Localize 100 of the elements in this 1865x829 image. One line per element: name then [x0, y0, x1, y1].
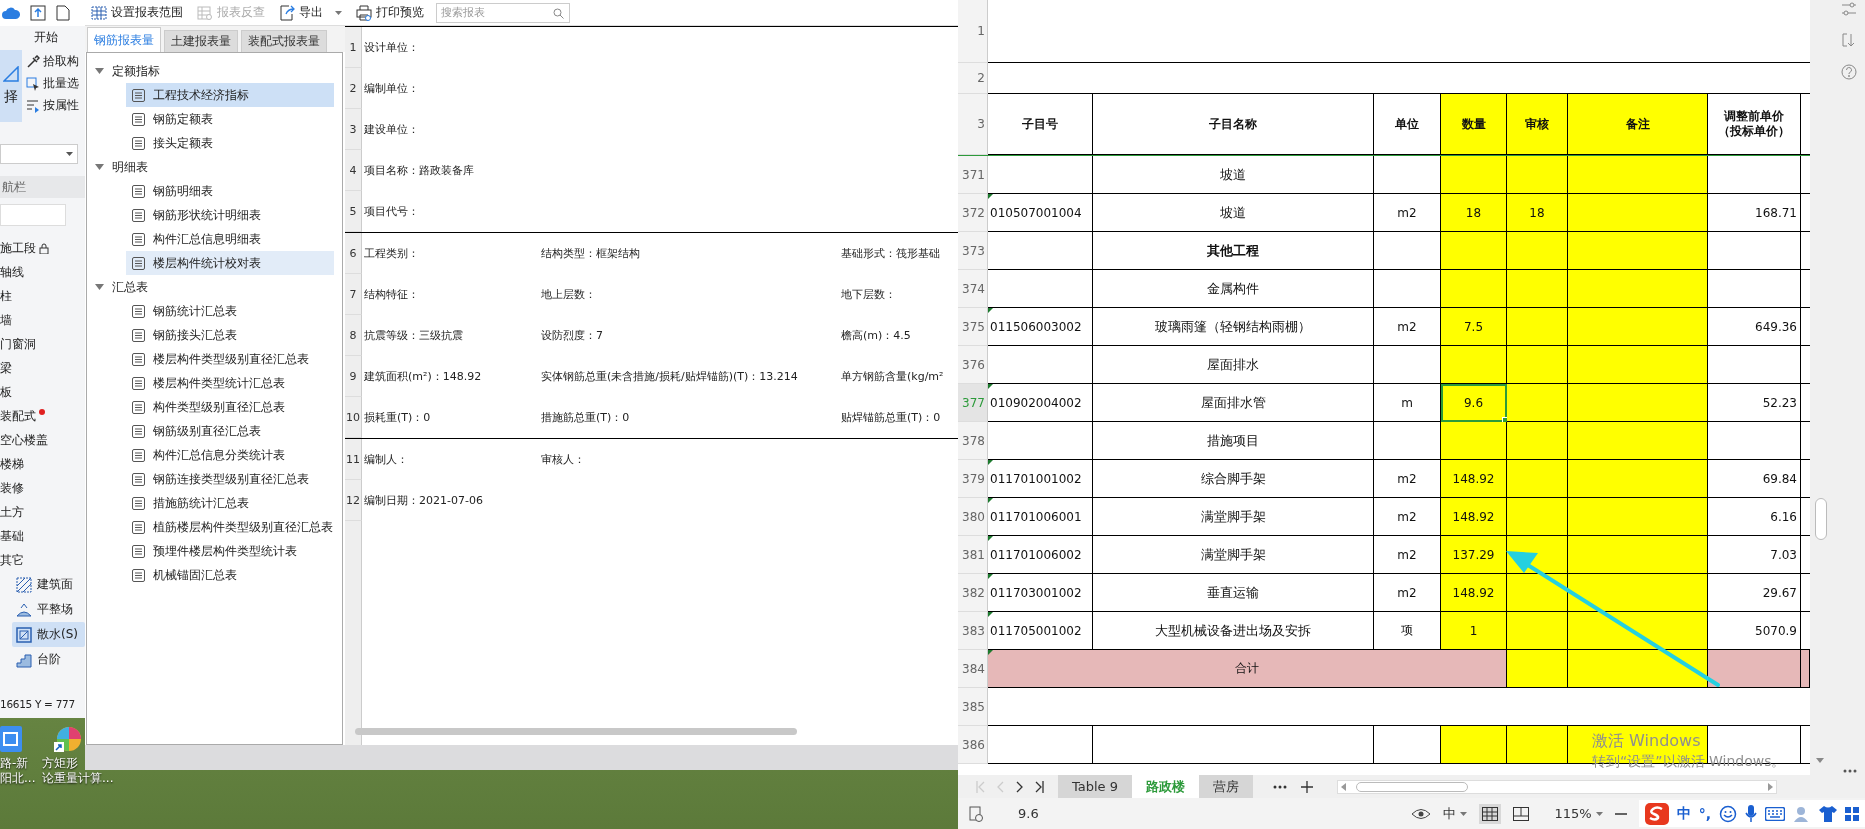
horizontal-scrollbar[interactable]	[1337, 779, 1778, 794]
horizontal-scrollbar-thumb[interactable]	[1356, 781, 1469, 792]
shirt-icon[interactable]	[1819, 805, 1837, 822]
tree-item[interactable]: 楼层构件类型统计汇总表	[126, 371, 334, 395]
tree-group[interactable]: 汇总表	[87, 275, 342, 299]
list-document-icon	[132, 520, 145, 534]
list-document-icon	[132, 424, 145, 438]
nav-item[interactable]: 建筑面	[12, 572, 85, 597]
help-icon[interactable]	[1841, 64, 1857, 80]
tab[interactable]: 钢筋报表量	[87, 27, 161, 52]
more-icon[interactable]	[1843, 769, 1857, 773]
nav-item[interactable]: 其它	[0, 548, 85, 572]
tree-item[interactable]: 钢筋统计汇总表	[126, 299, 334, 323]
desktop-icon-label[interactable]: 阳北...	[0, 771, 36, 786]
ribbon-tab[interactable]: 开始	[34, 28, 58, 46]
vertical-scrollbar-thumb[interactable]	[1815, 498, 1827, 540]
nav-item[interactable]: 梁	[0, 356, 85, 380]
grid-menu-icon[interactable]	[1845, 806, 1859, 821]
report-field: 建设单位：	[362, 122, 539, 137]
nav-item[interactable]: 墙	[0, 308, 85, 332]
keyboard-icon[interactable]	[1765, 806, 1785, 821]
tree-item[interactable]: 预埋件楼层构件类型统计表	[126, 539, 334, 563]
tree-item[interactable]: 构件类型级别直径汇总表	[126, 395, 334, 419]
nav-item[interactable]: 装配式	[0, 404, 85, 428]
table-cell: 玻璃雨篷（轻钢结构雨棚）	[1093, 308, 1374, 346]
nav-item[interactable]: 空心楼盖	[0, 428, 85, 452]
tree-item[interactable]: 钢筋形状统计明细表	[126, 203, 334, 227]
printer-icon	[356, 4, 372, 21]
tab[interactable]: 装配式报表量	[241, 30, 327, 52]
nav-item[interactable]: 柱	[0, 284, 85, 308]
ribbon-tool-button[interactable]: 拾取构	[26, 53, 79, 70]
toolbar-button[interactable]: 设置报表范围	[89, 4, 185, 21]
sheet-tab[interactable]: 路政楼	[1132, 775, 1200, 798]
sliders-icon[interactable]	[1841, 2, 1857, 16]
tree-item[interactable]: 钢筋级别直径汇总表	[126, 419, 334, 443]
sort-icon[interactable]	[1841, 32, 1857, 48]
nav-item[interactable]: 台阶	[12, 647, 85, 672]
tree-item[interactable]: 植筋楼层构件类型级别直径汇总表	[126, 515, 334, 539]
tree-item[interactable]: 工程技术经济指标	[126, 83, 334, 107]
add-sheet-icon[interactable]	[1301, 780, 1314, 793]
search-field[interactable]	[0, 204, 66, 226]
select-button[interactable]: 择	[0, 50, 22, 122]
normal-view-button[interactable]	[1478, 803, 1501, 824]
desktop-icon-label[interactable]: 论重量计算...	[42, 771, 114, 786]
row-number: 376	[958, 346, 988, 384]
row-number: 8	[345, 315, 362, 356]
search-field[interactable]: 搜索报表	[436, 2, 570, 23]
tree-item[interactable]: 钢筋接头汇总表	[126, 323, 334, 347]
ime-indicator[interactable]: °,	[1698, 805, 1711, 822]
tree-item[interactable]: 楼层构件类型级别直径汇总表	[126, 347, 334, 371]
table-cell: 29.67	[1708, 574, 1801, 612]
row-number: 380	[958, 498, 988, 536]
tree-item[interactable]: 构件汇总信息分类统计表	[126, 443, 334, 467]
upload-icon[interactable]	[30, 5, 46, 21]
nav-item[interactable]: 散水(S)	[12, 622, 85, 647]
tree-item[interactable]: 接头定额表	[126, 131, 334, 155]
microphone-icon[interactable]	[1745, 804, 1757, 823]
next-sheet-icon[interactable]	[1016, 780, 1023, 793]
tree-item[interactable]: 构件汇总信息明细表	[126, 227, 334, 251]
tree-item[interactable]: 楼层构件统计校对表	[126, 251, 334, 275]
document-icon[interactable]	[56, 5, 70, 21]
cloud-icon[interactable]	[2, 6, 20, 20]
nav-item[interactable]: 轴线	[0, 260, 85, 284]
column-header: 调整前单价（投标单价）	[1708, 94, 1801, 155]
eye-icon[interactable]	[1410, 807, 1431, 820]
nav-item[interactable]: 基础	[0, 524, 85, 548]
toolbar-button[interactable]: 导出	[277, 4, 344, 21]
tree-item[interactable]: 机械锚固汇总表	[126, 563, 334, 587]
ime-indicator[interactable]: 中	[1676, 804, 1691, 823]
emoji-icon[interactable]	[1719, 804, 1737, 823]
row-number: 1	[345, 27, 362, 68]
sheet-tab[interactable]: Table 9	[1058, 775, 1133, 798]
tree-group[interactable]: 定额指标	[87, 59, 342, 83]
tree-item[interactable]: 措施筋统计汇总表	[126, 491, 334, 515]
steps-icon	[16, 651, 32, 668]
nav-item[interactable]: 板	[0, 380, 85, 404]
nav-item[interactable]: 门窗洞	[0, 332, 85, 356]
sheet-tab[interactable]: 营房	[1199, 775, 1254, 798]
horizontal-scrollbar[interactable]	[355, 728, 797, 735]
scroll-down-icon[interactable]	[1816, 758, 1824, 763]
page-view-icon[interactable]	[1512, 806, 1529, 821]
desktop-icon-label[interactable]: 方矩形	[42, 756, 78, 771]
tree-item[interactable]: 钢筋定额表	[126, 107, 334, 131]
ribbon-tool-button[interactable]: 按属性	[26, 97, 79, 114]
tree-item[interactable]: 钢筋明细表	[126, 179, 334, 203]
tab[interactable]: 土建报表量	[164, 30, 238, 52]
nav-item[interactable]: 楼梯	[0, 452, 85, 476]
desktop-icon-label[interactable]: 路-新	[0, 756, 29, 771]
nav-item[interactable]: 装修	[0, 476, 85, 500]
nav-item[interactable]: 平整场	[12, 597, 85, 622]
toolbar-button[interactable]: 打印预览	[354, 4, 426, 21]
nav-item[interactable]: 土方	[0, 500, 85, 524]
tree-group[interactable]: 明细表	[87, 155, 342, 179]
more-icon[interactable]	[1273, 784, 1288, 789]
ribbon-tool-button[interactable]: 批量选	[26, 75, 79, 92]
tree-item[interactable]: 钢筋连接类型级别直径汇总表	[126, 467, 334, 491]
zoom-dropdown[interactable]: 115%	[1554, 806, 1603, 821]
last-sheet-icon[interactable]	[1035, 780, 1044, 793]
input-mode-button[interactable]: 中	[1442, 804, 1467, 823]
nav-item[interactable]: 施工段	[0, 236, 85, 260]
